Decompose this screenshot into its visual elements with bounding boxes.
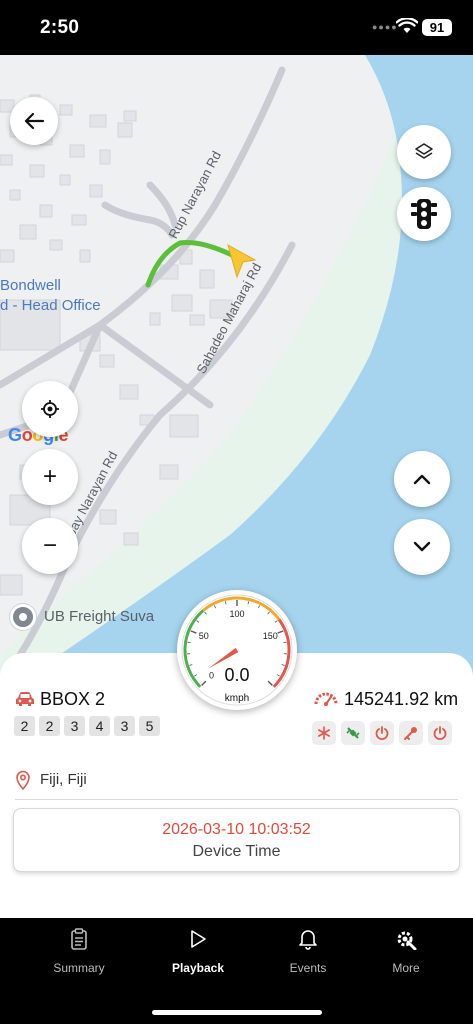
satellite-icon bbox=[341, 721, 365, 745]
scroll-down-button[interactable] bbox=[394, 519, 450, 575]
snowflake-icon bbox=[312, 721, 336, 745]
traffic-light-icon bbox=[411, 199, 437, 229]
layers-icon bbox=[415, 143, 433, 159]
nav-more[interactable]: More bbox=[356, 928, 456, 975]
location-pin-icon bbox=[16, 770, 30, 790]
vehicle-name: BBOX 2 bbox=[40, 689, 106, 709]
clipboard-icon bbox=[71, 928, 87, 950]
speedometer-tick-label: 100 bbox=[229, 609, 244, 619]
plate-char: 2 bbox=[14, 716, 35, 736]
nav-more-label: More bbox=[392, 961, 420, 975]
plate-char: 5 bbox=[139, 716, 160, 736]
battery-indicator: 91 bbox=[422, 19, 452, 36]
plate-char: 3 bbox=[64, 716, 85, 736]
speedometer-dial: 0 50 100 150 0.0 kmph bbox=[181, 594, 293, 706]
plate-char: 2 bbox=[39, 716, 60, 736]
plate-char: 3 bbox=[114, 716, 135, 736]
bell-icon bbox=[299, 930, 317, 950]
wifi-icon bbox=[396, 18, 418, 33]
divider bbox=[15, 799, 458, 800]
speedometer-tick-label: 0 bbox=[209, 670, 214, 680]
plus-icon: + bbox=[42, 463, 57, 490]
nav-events[interactable]: Events bbox=[258, 928, 358, 975]
status-time: 2:50 bbox=[40, 17, 80, 38]
layers-button[interactable] bbox=[397, 125, 451, 179]
car-icon bbox=[16, 692, 34, 706]
scroll-up-button[interactable] bbox=[394, 451, 450, 507]
play-icon bbox=[191, 930, 206, 948]
poi-pin-icon[interactable] bbox=[10, 604, 36, 630]
locate-icon bbox=[41, 400, 59, 418]
device-time-card: 2026-03-10 10:03:52 Device Time bbox=[13, 808, 460, 872]
bottom-navigation: Summary Playback Events More bbox=[0, 918, 473, 1024]
key-icon bbox=[399, 721, 423, 745]
chevron-down-icon bbox=[413, 541, 431, 552]
office-label-line1: Bondwell bbox=[0, 277, 61, 294]
plate-char: 4 bbox=[89, 716, 110, 736]
office-label-line2: d - Head Office bbox=[0, 297, 101, 314]
location-text: Fiji, Fiji bbox=[40, 771, 87, 788]
speedometer-tick-label: 50 bbox=[199, 631, 209, 641]
traffic-button[interactable] bbox=[397, 187, 451, 241]
device-time-label: Device Time bbox=[192, 843, 281, 860]
license-plate: 2 2 3 4 3 5 bbox=[14, 716, 160, 736]
nav-summary[interactable]: Summary bbox=[29, 928, 129, 975]
odometer-icon bbox=[314, 692, 338, 706]
minus-icon: − bbox=[42, 532, 57, 559]
nav-summary-label: Summary bbox=[53, 961, 105, 975]
locate-button[interactable] bbox=[22, 381, 78, 437]
power-icon bbox=[370, 721, 394, 745]
nav-playback[interactable]: Playback bbox=[148, 928, 248, 975]
speed-value: 0.0 bbox=[224, 665, 249, 685]
odometer-value: 145241.92 km bbox=[344, 689, 459, 709]
zoom-out-button[interactable]: − bbox=[22, 518, 78, 574]
speedometer-tick-label: 150 bbox=[263, 631, 278, 641]
poi-label[interactable]: UB Freight Suva bbox=[44, 608, 154, 625]
vehicle-status-icons bbox=[312, 721, 452, 745]
speed-unit: kmph bbox=[225, 693, 249, 704]
nav-playback-label: Playback bbox=[171, 961, 225, 975]
speedometer: 0 50 100 150 0.0 kmph bbox=[177, 590, 297, 710]
zoom-in-button[interactable]: + bbox=[22, 449, 78, 505]
signal-dots-icon: ●●●● bbox=[372, 22, 398, 32]
status-bar: 2:50 ●●●● 91 bbox=[0, 0, 473, 55]
nav-events-label: Events bbox=[289, 961, 327, 975]
back-button[interactable] bbox=[10, 97, 58, 145]
back-arrow-icon bbox=[24, 112, 45, 130]
home-indicator[interactable] bbox=[152, 1010, 322, 1015]
device-time-value: 2026-03-10 10:03:52 bbox=[162, 821, 311, 838]
power-icon bbox=[428, 721, 452, 745]
gear-wrench-icon bbox=[397, 931, 417, 951]
chevron-up-icon bbox=[413, 474, 431, 485]
